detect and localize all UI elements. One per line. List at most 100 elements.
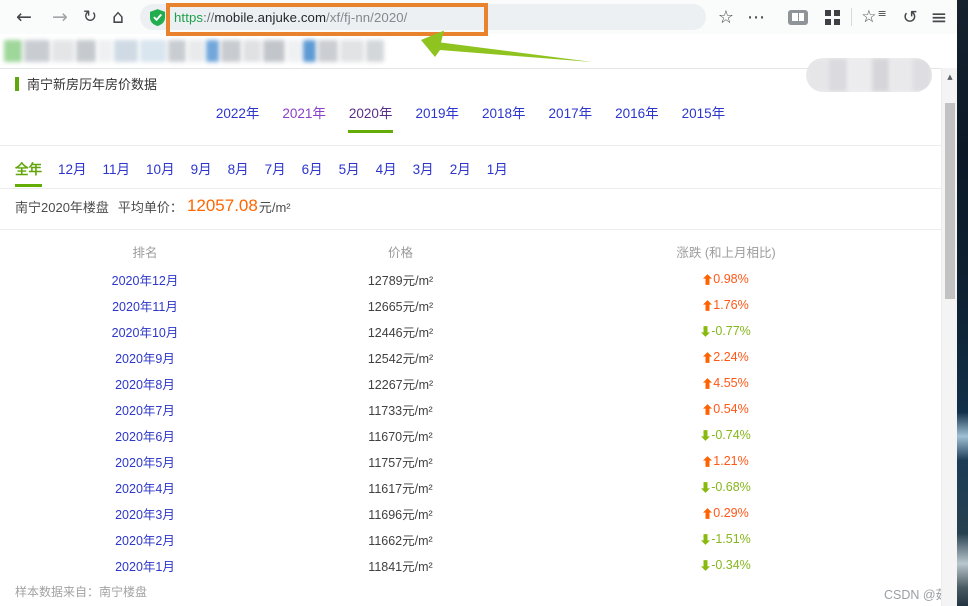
bookmark-item[interactable] xyxy=(140,40,166,62)
month-link[interactable]: 2020年1月 xyxy=(0,556,290,575)
month-tab[interactable]: 9月 xyxy=(191,158,212,187)
trend-arrow-icon xyxy=(701,560,710,571)
bookmark-item[interactable] xyxy=(318,40,338,62)
table-row: 2020年8月 12267元/m² 4.55% xyxy=(0,370,941,396)
trend-arrow-icon xyxy=(703,300,712,311)
url-text: https://mobile.anjuke.com/xf/fj-nn/2020/ xyxy=(174,10,407,25)
bookmark-item[interactable] xyxy=(263,40,285,62)
browser-toolbar: ← → ↻ ⌂ https://mobile.anjuke.com/xf/fj-… xyxy=(0,0,958,34)
reading-mode-icon[interactable] xyxy=(784,0,812,34)
scrollbar[interactable]: ▲ xyxy=(941,68,957,606)
trend-arrow-icon xyxy=(701,482,710,493)
bookmark-star-icon[interactable]: ☆ xyxy=(712,0,740,34)
menu-icon[interactable]: ≡ xyxy=(925,0,953,34)
bookmark-item[interactable] xyxy=(366,40,384,62)
trend-arrow-icon xyxy=(703,378,712,389)
month-link[interactable]: 2020年10月 xyxy=(0,322,290,341)
change-percent: -0.68% xyxy=(711,480,751,494)
more-options-icon[interactable]: ⋯ xyxy=(742,0,770,34)
undo-icon[interactable]: ↺ xyxy=(896,0,924,34)
change-percent: -0.77% xyxy=(711,324,751,338)
month-link[interactable]: 2020年3月 xyxy=(0,504,290,523)
home-icon[interactable]: ⌂ xyxy=(104,0,132,34)
scroll-up-arrow-icon[interactable]: ▲ xyxy=(942,70,958,84)
month-link[interactable]: 2020年8月 xyxy=(0,374,290,393)
page-title: 南宁新房历年房价数据 xyxy=(27,74,157,93)
bookmark-item[interactable] xyxy=(303,40,316,62)
month-tab[interactable]: 10月 xyxy=(146,158,175,187)
month-link[interactable]: 2020年7月 xyxy=(0,400,290,419)
month-link[interactable]: 2020年5月 xyxy=(0,452,290,471)
page-content: 南宁新房历年房价数据 2022年 2021年 2020年 2019年 2018年 2017… xyxy=(0,68,941,606)
back-icon[interactable]: ← xyxy=(10,0,38,34)
price-value: 12665元/m² xyxy=(290,296,511,315)
separator xyxy=(0,145,941,146)
price-value: 12542元/m² xyxy=(290,348,511,367)
month-link[interactable]: 2020年4月 xyxy=(0,478,290,497)
month-tab[interactable]: 6月 xyxy=(302,158,323,187)
bookmark-item[interactable] xyxy=(52,40,74,62)
header-rank: 排名 xyxy=(0,242,290,261)
desktop-wallpaper-edge xyxy=(957,0,968,606)
year-tab[interactable]: 2021年 xyxy=(281,102,327,133)
month-tab[interactable]: 5月 xyxy=(339,158,360,187)
year-tab[interactable]: 2020年 xyxy=(348,102,394,133)
bookmark-item[interactable] xyxy=(168,40,186,62)
censored-button[interactable] xyxy=(806,58,932,92)
price-value: 11841元/m² xyxy=(290,556,511,575)
month-tab[interactable]: 2月 xyxy=(450,158,471,187)
bookmark-item[interactable] xyxy=(340,40,364,62)
bookmark-item[interactable] xyxy=(287,40,301,62)
favorites-hub-icon[interactable]: ☆≡ xyxy=(860,0,888,34)
change-percent: 1.76% xyxy=(713,298,748,312)
month-tab[interactable]: 11月 xyxy=(103,158,131,187)
site-security-shield-icon[interactable] xyxy=(150,9,165,26)
page-title-row: 南宁新房历年房价数据 xyxy=(15,74,157,93)
toolbar-divider xyxy=(851,8,852,26)
trend-arrow-icon xyxy=(701,534,710,545)
month-link[interactable]: 2020年9月 xyxy=(0,348,290,367)
bookmark-item[interactable] xyxy=(188,40,204,62)
year-tab[interactable]: 2018年 xyxy=(481,102,527,133)
address-bar[interactable]: https://mobile.anjuke.com/xf/fj-nn/2020/ xyxy=(140,4,706,30)
forward-icon[interactable]: → xyxy=(46,0,74,34)
bookmark-item[interactable] xyxy=(98,40,112,62)
price-value: 11617元/m² xyxy=(290,478,511,497)
scrollbar-thumb[interactable] xyxy=(945,103,955,299)
refresh-icon[interactable]: ↻ xyxy=(76,0,104,34)
month-tabs: 全年 12月 11月 10月 9月 8月 7月 6月 5月 4月 3月 2月 1月 xyxy=(15,158,508,187)
change-percent: -0.34% xyxy=(711,558,751,572)
month-link[interactable]: 2020年2月 xyxy=(0,530,290,549)
year-tab[interactable]: 2022年 xyxy=(215,102,261,133)
month-tab[interactable]: 12月 xyxy=(58,158,87,187)
month-tab[interactable]: 8月 xyxy=(228,158,249,187)
bookmark-item[interactable] xyxy=(76,40,96,62)
month-link[interactable]: 2020年12月 xyxy=(0,270,290,289)
year-tab[interactable]: 2019年 xyxy=(414,102,460,133)
bookmark-item[interactable] xyxy=(114,40,138,62)
bookmark-item[interactable] xyxy=(221,40,241,62)
price-value: 11757元/m² xyxy=(290,452,511,471)
month-tab[interactable]: 3月 xyxy=(413,158,434,187)
trend-arrow-icon xyxy=(701,326,710,337)
month-tab[interactable]: 7月 xyxy=(265,158,286,187)
year-tab[interactable]: 2015年 xyxy=(681,102,727,133)
price-value: 12446元/m² xyxy=(290,322,511,341)
year-tab[interactable]: 2017年 xyxy=(548,102,594,133)
bookmark-item[interactable] xyxy=(206,40,219,62)
header-change: 涨跌 (和上月相比) xyxy=(511,242,941,261)
year-tab[interactable]: 2016年 xyxy=(614,102,660,133)
month-link[interactable]: 2020年6月 xyxy=(0,426,290,445)
bookmark-item[interactable] xyxy=(24,40,50,62)
price-value: 11696元/m² xyxy=(290,504,511,523)
header-price: 价格 xyxy=(290,242,511,261)
change-cell: 4.55% xyxy=(511,376,941,390)
apps-grid-icon[interactable] xyxy=(818,0,846,34)
month-tab[interactable]: 4月 xyxy=(376,158,397,187)
bookmark-item[interactable] xyxy=(243,40,261,62)
change-cell: 0.29% xyxy=(511,506,941,520)
month-tab[interactable]: 全年 xyxy=(15,158,42,187)
month-link[interactable]: 2020年11月 xyxy=(0,296,290,315)
month-tab[interactable]: 1月 xyxy=(487,158,508,187)
bookmark-item[interactable] xyxy=(4,40,22,62)
